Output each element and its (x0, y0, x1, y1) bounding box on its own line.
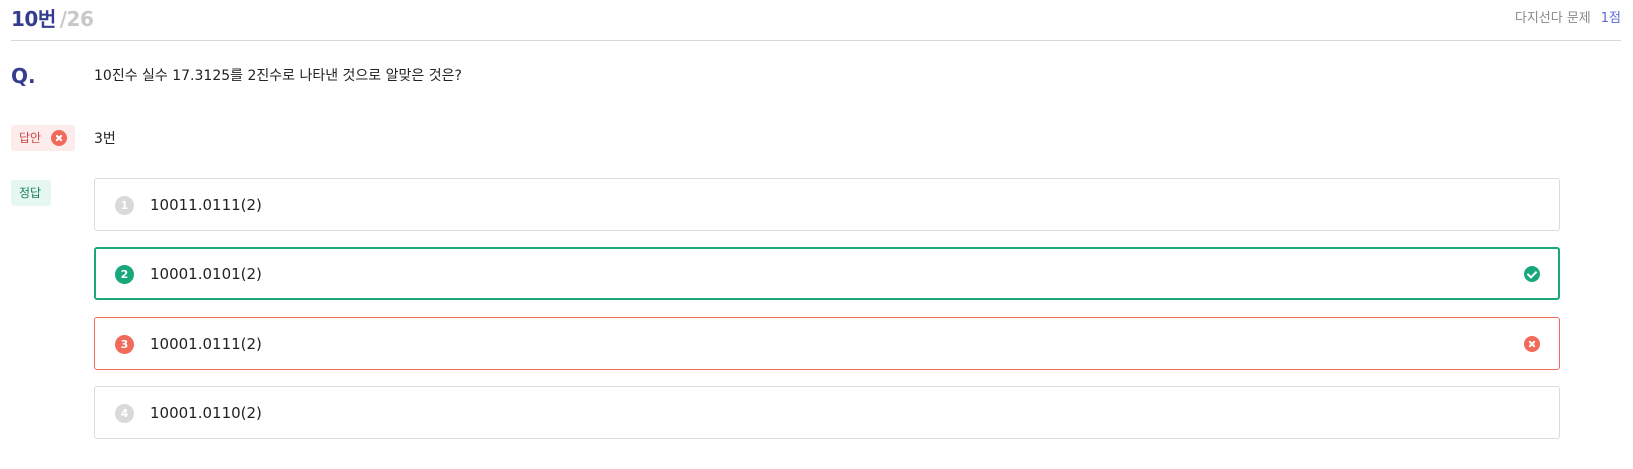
question-type: 다지선다 문제 (1514, 11, 1591, 26)
question-score: 1점 (1600, 11, 1621, 26)
correct-answer-label: 정답 (19, 186, 42, 200)
my-answer-value: 3번 (94, 131, 116, 147)
my-answer-label: 답안 (19, 131, 42, 145)
question-meta: 다지선다 문제 1점 (1515, 7, 1621, 26)
question-text: 10진수 실수 17.3125를 2진수로 나타낸 것으로 알맞은 것은? (94, 68, 462, 84)
option-text: 10001.0110(2) (150, 404, 262, 422)
option-text: 10011.0111(2) (150, 196, 262, 214)
option-number-badge: 2 (115, 265, 134, 284)
x-icon (51, 130, 67, 146)
my-answer-tag: 답안 (11, 125, 75, 151)
option-number-badge: 3 (115, 335, 134, 354)
option-number-badge: 4 (115, 404, 134, 423)
x-icon (1524, 336, 1540, 352)
check-icon (1524, 266, 1540, 282)
option-number-badge: 1 (115, 196, 134, 215)
option-text: 10001.0101(2) (150, 265, 262, 283)
question-total: /26 (59, 7, 94, 31)
option-4[interactable]: 4 10001.0110(2) (94, 386, 1560, 439)
question-marker: Q. (11, 64, 36, 88)
option-3[interactable]: 3 10001.0111(2) (94, 317, 1560, 370)
option-text: 10001.0111(2) (150, 335, 262, 353)
option-2[interactable]: 2 10001.0101(2) (94, 247, 1560, 300)
question-counter: 10번/26 (11, 3, 94, 32)
question-number: 10번 (11, 7, 56, 31)
option-1[interactable]: 1 10011.0111(2) (94, 178, 1560, 231)
question-header: 10번/26 다지선다 문제 1점 (11, 0, 1621, 41)
correct-answer-tag: 정답 (11, 180, 51, 206)
